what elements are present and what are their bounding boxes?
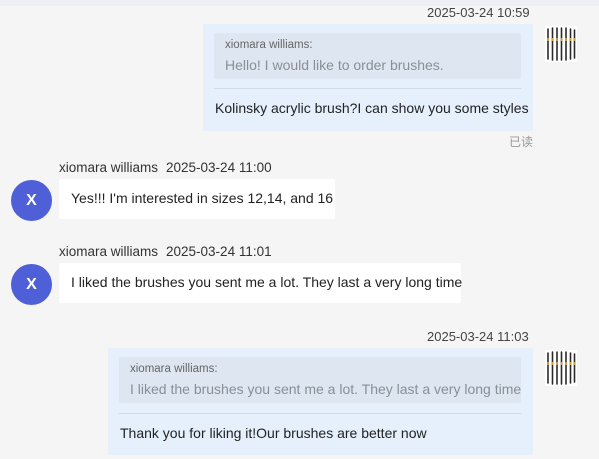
message-timestamp: 2025-03-24 11:03 [427, 329, 529, 344]
message-timestamp: 2025-03-24 10:59 [427, 5, 530, 20]
brushes-avatar[interactable] [545, 350, 577, 386]
sender-name: xiomara williams [59, 244, 159, 259]
user-avatar[interactable]: X [11, 180, 52, 221]
message-sender-line: xiomara williams 2025-03-24 11:01 [59, 244, 272, 259]
brushes-avatar[interactable] [545, 26, 577, 62]
quote-author: xiomara williams: [225, 39, 313, 51]
outgoing-message-bubble[interactable]: xiomara williams: Hello! I would like to… [203, 24, 533, 131]
quote-separator [214, 88, 521, 89]
message-text: Thank you for liking it!Our brushes are … [120, 425, 427, 441]
quoted-message[interactable]: xiomara williams: I liked the brushes yo… [119, 357, 521, 403]
message-timestamp: 2025-03-24 11:00 [166, 160, 272, 175]
sender-name: xiomara williams [59, 160, 159, 175]
quote-text: I liked the brushes you sent me a lot. T… [130, 381, 522, 397]
quote-author: xiomara williams: [130, 363, 218, 375]
message-timestamp: 2025-03-24 11:01 [166, 244, 272, 259]
outgoing-message-bubble[interactable]: xiomara williams: I liked the brushes yo… [108, 348, 533, 455]
quoted-message[interactable]: xiomara williams: Hello! I would like to… [214, 33, 521, 79]
message-sender-line: xiomara williams 2025-03-24 11:00 [59, 160, 272, 175]
chat-conversation[interactable]: 2025-03-24 10:59 xiomara williams: Hello… [0, 0, 599, 459]
message-text: Kolinsky acrylic brush?I can show you so… [215, 100, 529, 116]
incoming-message-bubble[interactable]: I liked the brushes you sent me a lot. T… [59, 263, 462, 303]
incoming-message-bubble[interactable]: Yes!!! I'm interested in sizes 12,14, an… [59, 179, 335, 219]
user-avatar[interactable]: X [11, 264, 52, 305]
quote-separator [119, 413, 521, 414]
quote-text: Hello! I would like to order brushes. [225, 57, 444, 73]
read-status: 已读 [509, 135, 534, 149]
